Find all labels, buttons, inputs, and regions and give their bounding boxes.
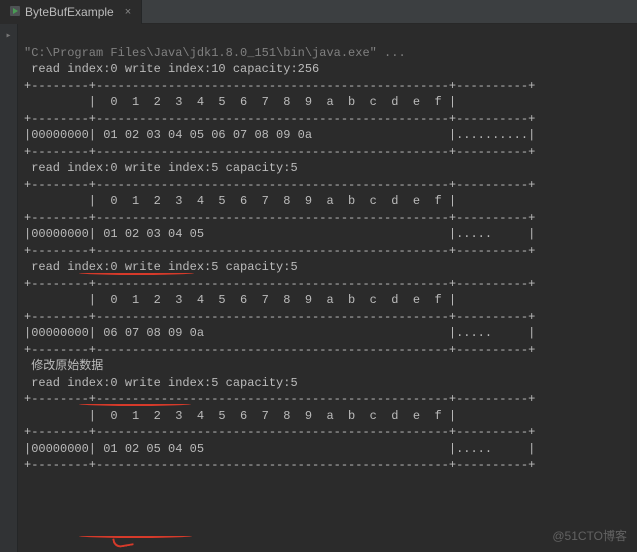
block1-data: |00000000| 01 02 03 04 05 06 07 08 09 0a… (24, 128, 535, 142)
block3-cols: | 0 1 2 3 4 5 6 7 8 9 a b c d e f | (24, 293, 456, 307)
block2-rule: +--------+------------------------------… (24, 244, 535, 258)
block4-data: |00000000| 01 02 05 04 05 |..... | (24, 442, 535, 456)
block1-header: read index:0 write index:10 capacity:256 (24, 62, 319, 76)
run-icon (10, 5, 20, 19)
block1-rule: +--------+------------------------------… (24, 112, 535, 126)
close-icon[interactable]: × (125, 6, 131, 18)
block4-rule: +--------+------------------------------… (24, 425, 535, 439)
command-line: "C:\Program Files\Java\jdk1.8.0_151\bin\… (24, 46, 406, 60)
block2-cols: | 0 1 2 3 4 5 6 7 8 9 a b c d e f | (24, 194, 456, 208)
tab-title: ByteBufExample (25, 5, 114, 19)
block3-rule: +--------+------------------------------… (24, 310, 535, 324)
gutter-arrow-icon: ▸ (5, 30, 11, 42)
console-wrap: ▸ "C:\Program Files\Java\jdk1.8.0_151\bi… (0, 24, 637, 552)
annotation-underline-icon (79, 271, 194, 275)
console-output[interactable]: "C:\Program Files\Java\jdk1.8.0_151\bin\… (18, 24, 637, 552)
tab-bytebuf-example[interactable]: ByteBufExample × (0, 0, 142, 24)
watermark: @51CTO博客 (552, 527, 627, 544)
block2-data: |00000000| 01 02 03 04 05 |..... | (24, 227, 535, 241)
block4-header: read index:0 write index:5 capacity:5 (24, 376, 298, 390)
block4-rule: +--------+------------------------------… (24, 458, 535, 472)
annotation-underline-icon (79, 402, 191, 406)
block3-rule: +--------+------------------------------… (24, 277, 535, 291)
annotation-underline-icon (79, 534, 192, 538)
gutter: ▸ (0, 24, 18, 552)
block1-cols: | 0 1 2 3 4 5 6 7 8 9 a b c d e f | (24, 95, 456, 109)
block4-cols: | 0 1 2 3 4 5 6 7 8 9 a b c d e f | (24, 409, 456, 423)
block1-rule: +--------+------------------------------… (24, 145, 535, 159)
block2-header: read index:0 write index:5 capacity:5 (24, 161, 298, 175)
block3-data: |00000000| 06 07 08 09 0a |..... | (24, 326, 535, 340)
tab-bar: ByteBufExample × (0, 0, 637, 24)
modify-label: 修改原始数据 (24, 359, 103, 373)
block2-rule: +--------+------------------------------… (24, 211, 535, 225)
block2-rule: +--------+------------------------------… (24, 178, 535, 192)
annotation-squiggle-icon (112, 535, 133, 548)
block1-rule: +--------+------------------------------… (24, 79, 535, 93)
block3-rule: +--------+------------------------------… (24, 343, 535, 357)
